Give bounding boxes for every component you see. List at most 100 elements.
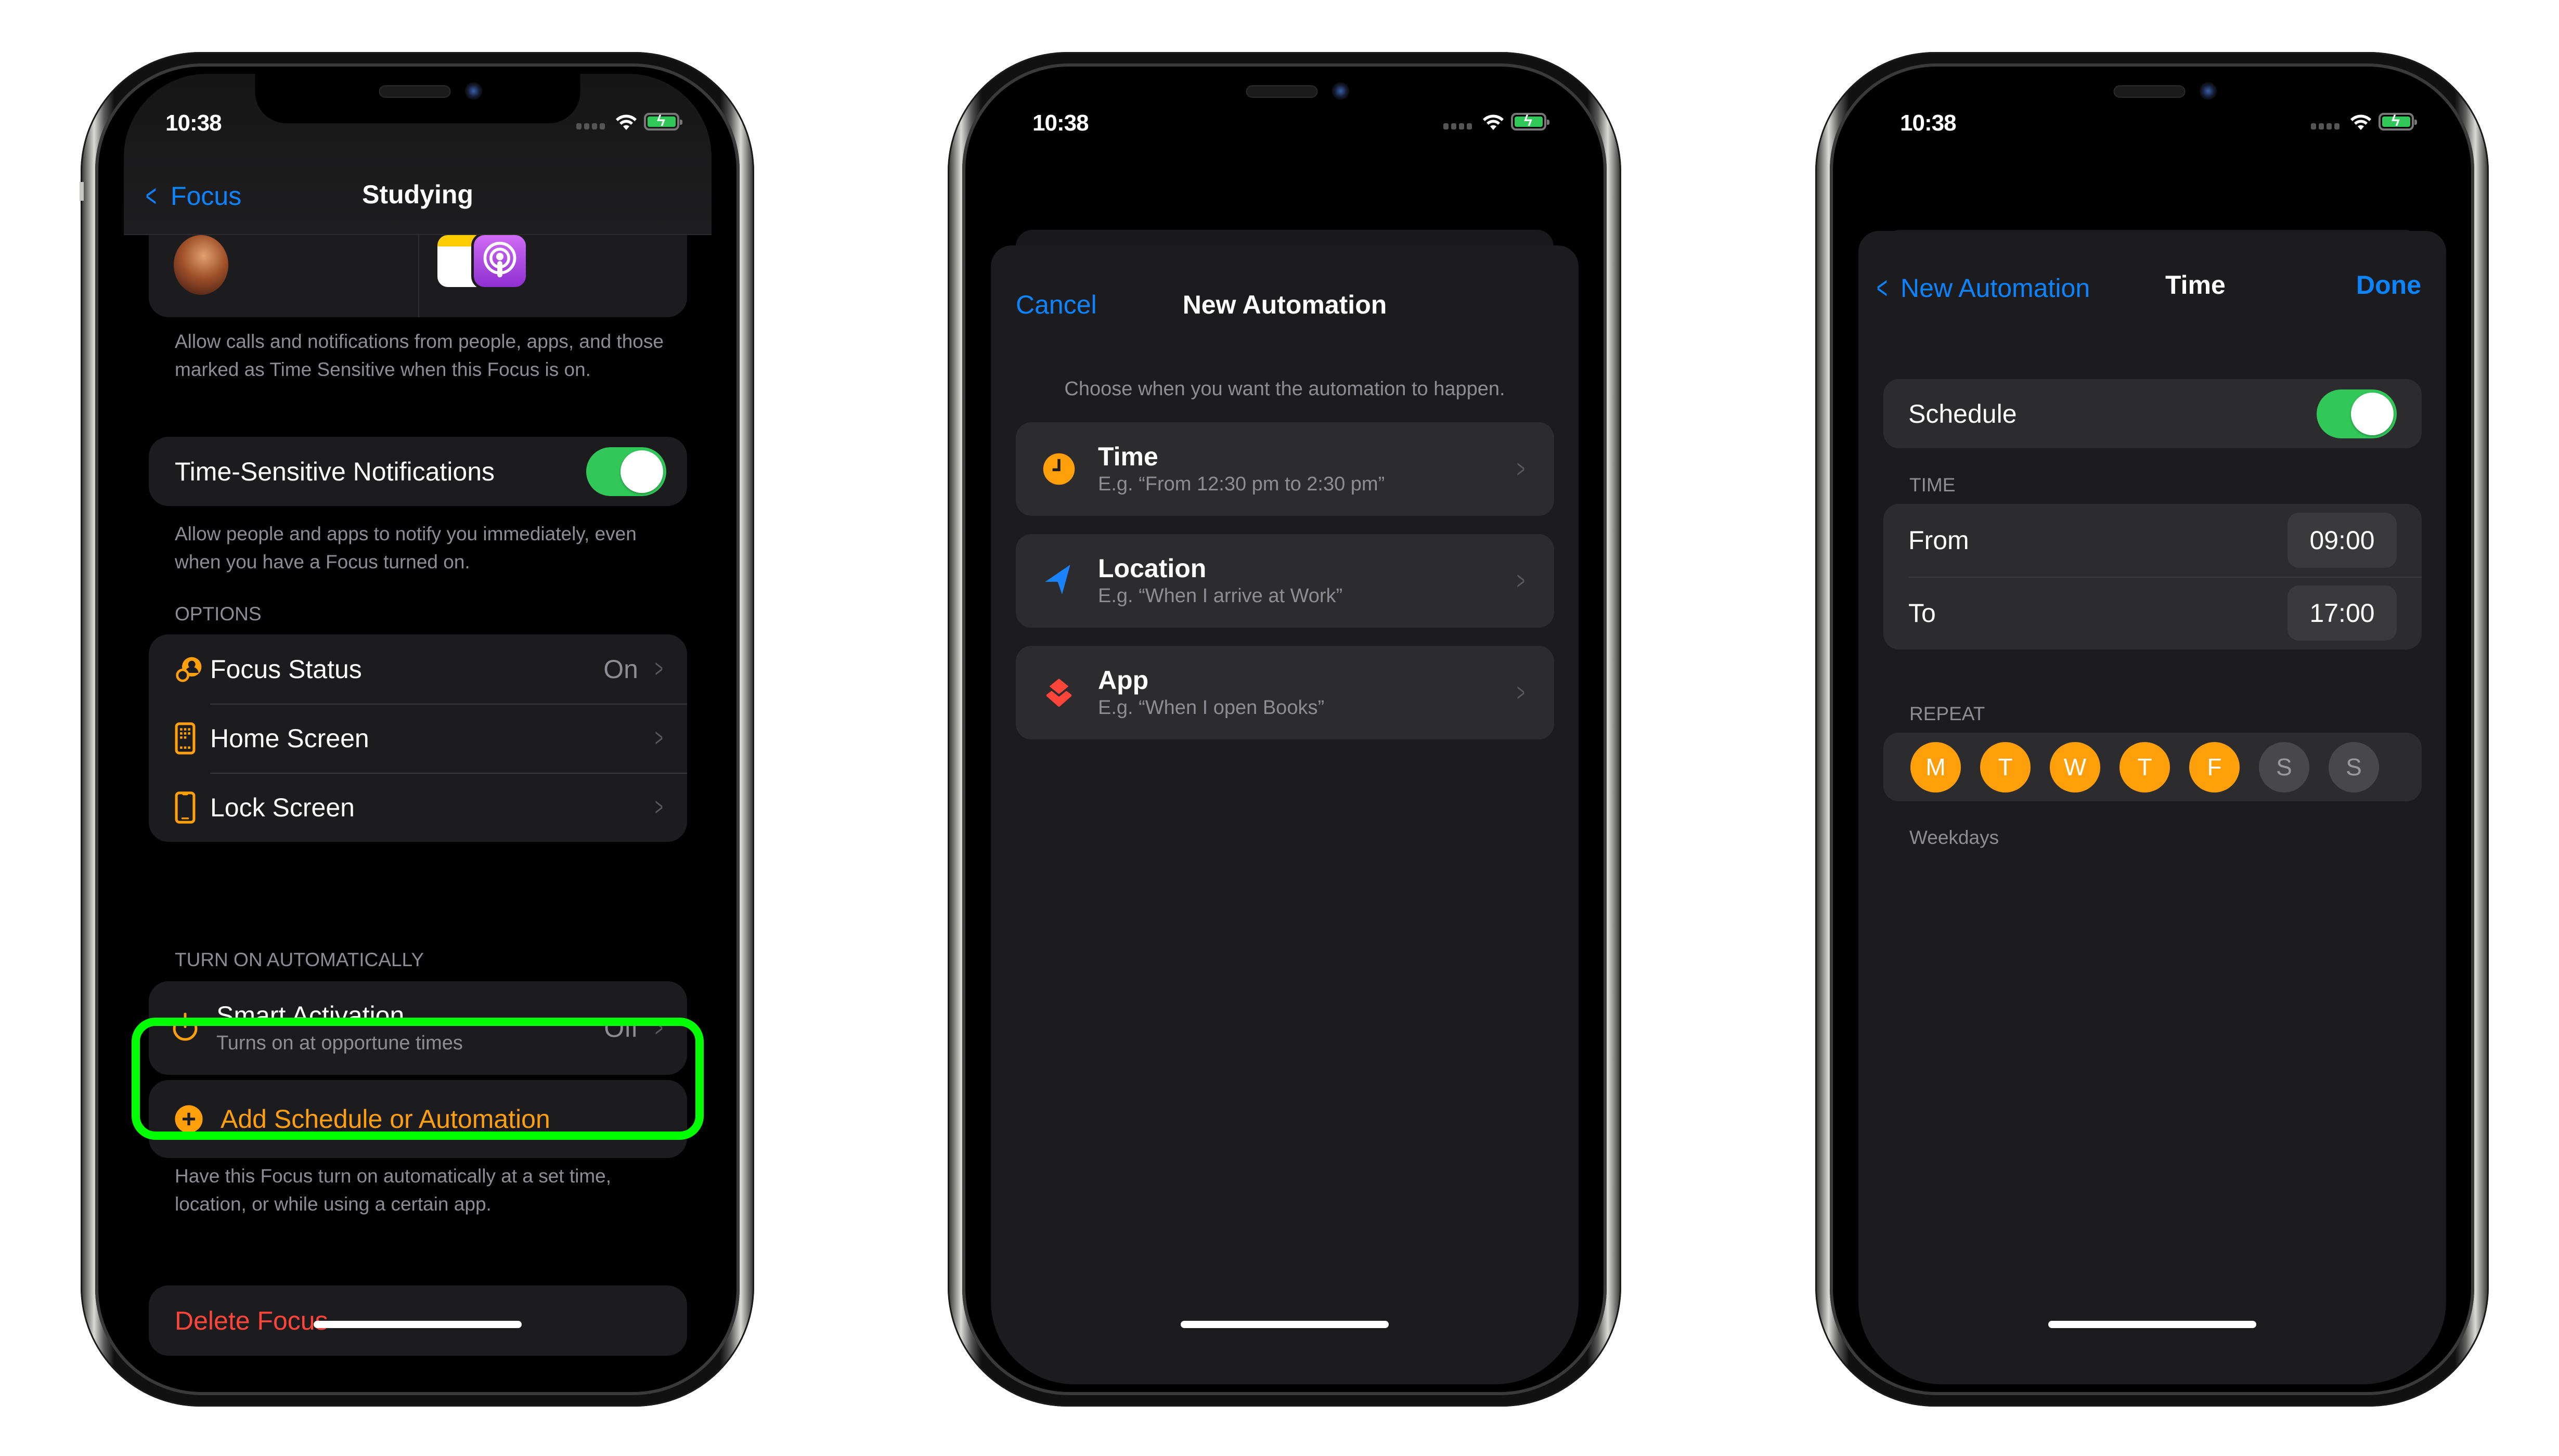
repeat-days-card: MTWTFSS xyxy=(1883,733,2422,801)
option-title: Time xyxy=(1098,442,1158,471)
day-toggle[interactable]: T xyxy=(2119,742,2170,792)
new-automation-sheet: Cancel New Automation Choose when you wa… xyxy=(991,245,1579,1384)
smart-activation-row[interactable]: Smart Activation Turns on at opportune t… xyxy=(149,981,687,1075)
battery-charging-icon: ϟ xyxy=(1511,113,1549,131)
home-indicator[interactable] xyxy=(1181,1321,1389,1328)
status-bar: 10:38 ϟ xyxy=(124,74,712,136)
location-arrow-icon xyxy=(1039,564,1078,598)
battery-charging-icon: ϟ xyxy=(2379,113,2417,131)
options-header: OPTIONS xyxy=(175,603,262,625)
cellular-signal-icon xyxy=(576,123,605,129)
day-toggle[interactable]: M xyxy=(1910,742,1961,792)
schedule-card: Schedule xyxy=(1883,379,2422,448)
home-indicator[interactable] xyxy=(314,1321,522,1328)
page-title: Studying xyxy=(362,180,473,209)
home-screen-icon xyxy=(175,722,210,755)
from-label: From xyxy=(1908,526,1969,555)
to-row: To 17:00 xyxy=(1883,577,2422,649)
automation-option-location[interactable]: Location E.g. “When I arrive at Work” > xyxy=(1016,534,1554,628)
time-sensitive-card: Time-Sensitive Notifications xyxy=(149,437,687,506)
day-toggle[interactable]: S xyxy=(2329,742,2379,792)
cellular-signal-icon xyxy=(2311,123,2340,129)
status-time: 10:38 xyxy=(1032,110,1089,136)
time-header: TIME xyxy=(1909,474,1956,496)
day-toggle[interactable]: F xyxy=(2189,742,2240,792)
status-bar: 10:38 ϟ xyxy=(991,74,1579,136)
automation-hint: Choose when you want the automation to h… xyxy=(1064,378,1505,400)
focus-status-label: Focus Status xyxy=(210,654,362,684)
time-sensitive-toggle[interactable] xyxy=(586,447,666,496)
done-button[interactable]: Done xyxy=(2356,270,2421,300)
sheet-title: New Automation xyxy=(1182,290,1387,319)
back-label: New Automation xyxy=(1901,273,2090,303)
day-toggle[interactable]: T xyxy=(1980,742,2031,792)
sheet-title: Time xyxy=(2165,270,2226,300)
chevron-right-icon: > xyxy=(655,655,663,683)
options-card: Focus Status On > Home Screen > Lock Scr… xyxy=(149,634,687,842)
time-sensitive-footer: Allow people and apps to notify you imme… xyxy=(175,523,637,573)
power-icon xyxy=(170,1011,216,1045)
day-selector: MTWTFSS xyxy=(1883,733,2422,801)
turn-on-automatically-header: TURN ON AUTOMATICALLY xyxy=(175,949,424,970)
status-bar: 10:38 ϟ xyxy=(1858,74,2446,136)
time-range-card: From 09:00 To 17:00 xyxy=(1883,504,2422,649)
clock-icon xyxy=(1039,452,1078,486)
to-label: To xyxy=(1908,599,1936,628)
smart-activation-sublabel: Turns on at opportune times xyxy=(216,1032,463,1054)
battery-charging-icon: ϟ xyxy=(644,113,682,131)
smart-activation-card: Smart Activation Turns on at opportune t… xyxy=(149,981,687,1075)
schedule-toggle[interactable] xyxy=(2317,389,2397,438)
chevron-right-icon: > xyxy=(655,794,663,821)
lock-screen-row[interactable]: Lock Screen > xyxy=(149,773,687,842)
schedule-row: Schedule xyxy=(1883,379,2422,448)
from-row: From 09:00 xyxy=(1883,504,2422,577)
repeat-summary: Weekdays xyxy=(1909,827,1999,848)
from-time-picker[interactable]: 09:00 xyxy=(2287,513,2397,568)
chevron-left-icon: < xyxy=(1877,270,1888,305)
wifi-icon xyxy=(2350,114,2371,130)
chevron-right-icon: > xyxy=(655,1014,663,1042)
status-time: 10:38 xyxy=(1900,110,1957,136)
lock-screen-label: Lock Screen xyxy=(210,792,355,822)
home-indicator[interactable] xyxy=(2048,1321,2256,1328)
add-schedule-automation-button[interactable]: Add Schedule or Automation xyxy=(149,1080,687,1158)
plus-circle-icon xyxy=(174,1104,221,1134)
chevron-right-icon: > xyxy=(1517,455,1525,483)
focus-status-row[interactable]: Focus Status On > xyxy=(149,634,687,704)
app-layers-icon xyxy=(1039,674,1078,711)
automation-option-app[interactable]: App E.g. “When I open Books” > xyxy=(1016,646,1554,739)
chevron-right-icon: > xyxy=(1517,567,1525,595)
option-example: E.g. “When I arrive at Work” xyxy=(1098,585,1343,607)
wifi-icon xyxy=(1483,114,1504,130)
contact-avatar[interactable] xyxy=(174,235,228,295)
home-screen-row[interactable]: Home Screen > xyxy=(149,704,687,773)
add-schedule-card: Add Schedule or Automation xyxy=(149,1080,687,1158)
time-sheet: < New Automation Time Done Schedule TIME… xyxy=(1858,231,2446,1384)
option-example: E.g. “From 12:30 pm to 2:30 pm” xyxy=(1098,473,1385,495)
focus-status-icon xyxy=(175,655,210,684)
chevron-right-icon: > xyxy=(1517,679,1525,707)
day-toggle[interactable]: S xyxy=(2259,742,2309,792)
podcasts-app-icon[interactable] xyxy=(471,232,528,290)
screen-focus-settings: 10:38 ϟ < Focus Studying Allow calls and… xyxy=(124,74,712,1384)
screen-time-schedule: 10:38 ϟ < New Automation Time Done Sched… xyxy=(1858,74,2446,1384)
chevron-right-icon: > xyxy=(655,724,663,752)
to-time-picker[interactable]: 17:00 xyxy=(2287,586,2397,641)
add-schedule-label: Add Schedule or Automation xyxy=(221,1104,550,1134)
allowed-footer: Allow calls and notifications from peopl… xyxy=(175,331,664,380)
screen-new-automation: 10:38 ϟ Cancel New Automation Choose whe… xyxy=(991,74,1579,1384)
automation-option-time[interactable]: Time E.g. “From 12:30 pm to 2:30 pm” > xyxy=(1016,422,1554,516)
option-example: E.g. “When I open Books” xyxy=(1098,697,1325,719)
day-toggle[interactable]: W xyxy=(2050,742,2100,792)
status-time: 10:38 xyxy=(165,110,222,136)
option-title: App xyxy=(1098,666,1149,695)
option-title: Location xyxy=(1098,554,1207,583)
lock-screen-icon xyxy=(175,791,210,824)
back-button-new-automation[interactable]: < New Automation xyxy=(1873,270,2090,306)
frame-antenna-band xyxy=(80,182,84,201)
focus-status-value: On xyxy=(603,654,638,684)
smart-activation-value: Off xyxy=(604,1013,638,1043)
time-sensitive-row: Time-Sensitive Notifications xyxy=(149,437,687,506)
wifi-icon xyxy=(616,114,637,130)
phone-frame-time-schedule: 10:38 ϟ < New Automation Time Done Sched… xyxy=(1815,52,2489,1407)
